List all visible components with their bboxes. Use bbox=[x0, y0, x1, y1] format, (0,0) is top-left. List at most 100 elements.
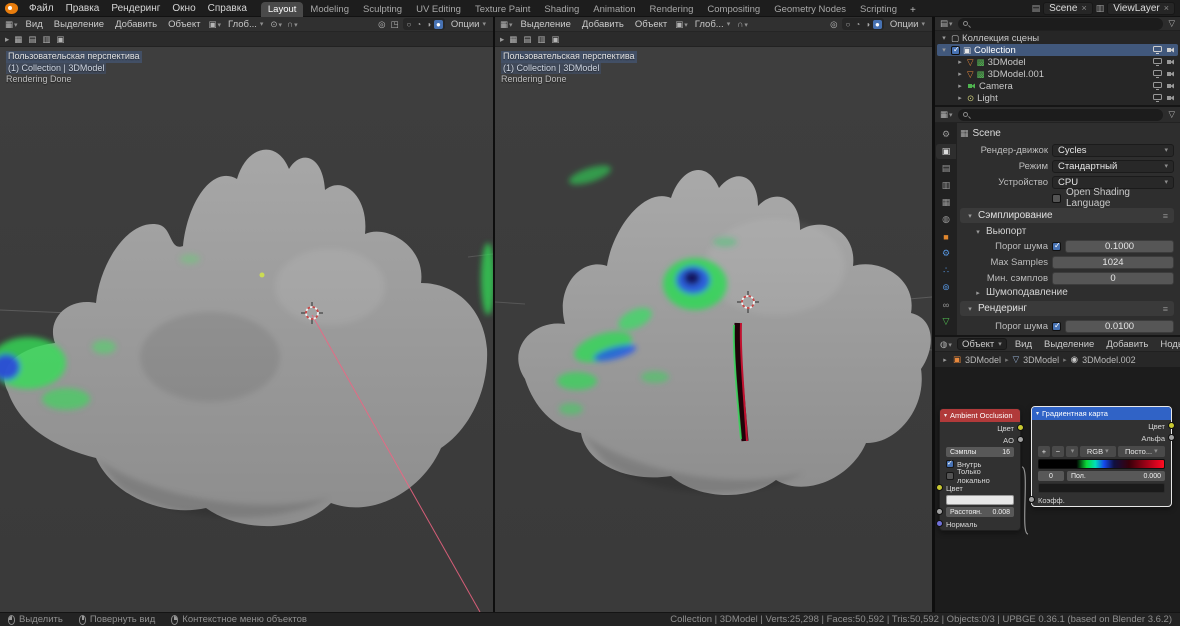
render-section-header[interactable]: ▾ Рендеринг ≡ bbox=[960, 301, 1174, 316]
outliner-row-collection[interactable]: ▾ ▣ Collection bbox=[937, 44, 1178, 56]
ao-distance-input-socket[interactable] bbox=[936, 508, 943, 515]
view-menu[interactable]: Вид bbox=[1011, 339, 1036, 350]
ramp-alpha-output-socket[interactable] bbox=[1168, 434, 1175, 441]
properties-editor-icon[interactable]: ▦▾ bbox=[939, 109, 954, 120]
tool-icon-1[interactable]: ▦ bbox=[13, 34, 23, 45]
rendered-shading-icon[interactable]: ● bbox=[434, 19, 443, 29]
outliner-row-light[interactable]: ▸ ⊙ Light bbox=[953, 92, 1178, 104]
outliner-row-camera[interactable]: ▸ Camera bbox=[953, 80, 1178, 92]
viewport-visibility-icon[interactable] bbox=[1153, 46, 1162, 54]
workspace-tab-layout[interactable]: Layout bbox=[260, 1, 304, 17]
ao-ao-output-socket[interactable] bbox=[1017, 436, 1024, 443]
breadcrumb-material[interactable]: 3DModel.002 bbox=[1082, 355, 1136, 365]
render-noise-field[interactable]: 0.0100 bbox=[1065, 319, 1174, 333]
menu-help[interactable]: Справка bbox=[202, 2, 253, 15]
ramp-interpolation-dropdown[interactable]: Посто... ▾ bbox=[1117, 445, 1165, 457]
node-canvas[interactable]: ▾ Ambient Occlusion Цвет AO Сэмплы 16 ✓ … bbox=[935, 368, 1180, 612]
shader-type-dropdown[interactable]: Объект ▾ bbox=[956, 338, 1007, 350]
render-visibility-icon[interactable] bbox=[1166, 58, 1175, 66]
ao-color-swatch[interactable] bbox=[946, 495, 1014, 505]
render-visibility-icon[interactable] bbox=[1166, 70, 1175, 78]
collection-checkbox[interactable] bbox=[951, 45, 960, 55]
viewport-visibility-icon[interactable] bbox=[1153, 70, 1162, 78]
properties-tab-modifiers[interactable]: ⚙ bbox=[936, 246, 956, 261]
render-visibility-icon[interactable] bbox=[1166, 82, 1175, 90]
disclosure-icon[interactable]: ▸ bbox=[956, 70, 964, 78]
outliner-row-3dmodel[interactable]: ▸ ▽ ▩ 3DModel bbox=[953, 56, 1178, 68]
xray-toggle-icon[interactable]: ◳ bbox=[389, 19, 399, 30]
disclosure-icon[interactable]: ▸ bbox=[956, 58, 964, 66]
options-dropdown[interactable]: Опции ▾ bbox=[448, 19, 489, 30]
unlink-scene-icon[interactable]: × bbox=[1081, 3, 1086, 13]
select-menu[interactable]: Выделение bbox=[517, 19, 575, 30]
feature-set-dropdown[interactable]: Стандартный ▾ bbox=[1052, 159, 1174, 173]
properties-tab-data[interactable]: ▽ bbox=[936, 314, 956, 329]
solid-shading-icon[interactable]: ◔ bbox=[853, 20, 862, 29]
render-visibility-icon[interactable] bbox=[1166, 94, 1175, 102]
ao-samples-field[interactable]: Сэмплы 16 bbox=[946, 447, 1014, 457]
select-menu[interactable]: Выделение bbox=[1040, 339, 1098, 350]
properties-search-input[interactable] bbox=[957, 108, 1164, 121]
properties-tab-particles[interactable]: ∴ bbox=[936, 263, 956, 278]
viewport-3d-canvas-left[interactable]: Пользовательская перспектива (1) Collect… bbox=[0, 47, 493, 612]
disclosure-icon[interactable]: ▸ bbox=[956, 94, 964, 102]
tool-header-toggle[interactable]: ▸ bbox=[500, 34, 504, 45]
blender-logo-icon[interactable] bbox=[5, 2, 18, 14]
workspace-tab-shading[interactable]: Shading bbox=[537, 2, 586, 17]
editor-type-icon[interactable]: ▦▾ bbox=[4, 19, 19, 30]
noise-threshold-checkbox[interactable] bbox=[1052, 241, 1061, 251]
render-engine-dropdown[interactable]: Cycles ▾ bbox=[1052, 143, 1174, 157]
proportional-edit-icon[interactable]: ◎ bbox=[377, 19, 386, 30]
ramp-index-field[interactable]: 0 bbox=[1038, 471, 1064, 481]
tool-icon-1[interactable]: ▦ bbox=[508, 34, 518, 45]
menu-render[interactable]: Рендеринг bbox=[105, 2, 166, 15]
disclosure-icon[interactable]: ▾ bbox=[940, 34, 948, 42]
shader-editor-icon[interactable]: ◍▾ bbox=[939, 339, 953, 350]
disclosure-icon[interactable]: ▸ bbox=[956, 82, 964, 90]
outliner-editor-icon[interactable]: ▤▾ bbox=[939, 18, 954, 29]
section-options-icon[interactable]: ≡ bbox=[1163, 304, 1168, 314]
min-samples-field[interactable]: 0 bbox=[1052, 271, 1174, 285]
menu-edit[interactable]: Правка bbox=[60, 2, 106, 15]
ramp-remove-stop-button[interactable]: − bbox=[1052, 445, 1064, 457]
ramp-gradient-bar[interactable] bbox=[1038, 459, 1165, 469]
menu-window[interactable]: Окно bbox=[166, 2, 201, 15]
transform-orientation-dropdown[interactable]: Глоб... ▾ bbox=[225, 19, 266, 30]
rendered-shading-icon[interactable]: ● bbox=[873, 19, 882, 29]
ramp-color-mode-dropdown[interactable]: RGB ▾ bbox=[1080, 445, 1116, 457]
workspace-tab-animation[interactable]: Animation bbox=[586, 2, 642, 17]
add-menu[interactable]: Добавить bbox=[1102, 339, 1152, 350]
tool-icon-3[interactable]: ▥ bbox=[536, 34, 546, 45]
viewport-visibility-icon[interactable] bbox=[1153, 82, 1162, 90]
material-shading-icon[interactable]: ◑ bbox=[424, 20, 433, 29]
workspace-tab-scripting[interactable]: Scripting bbox=[853, 2, 904, 17]
add-menu[interactable]: Добавить bbox=[578, 19, 628, 30]
ao-only-local-checkbox[interactable] bbox=[946, 472, 954, 480]
view-menu[interactable]: Вид bbox=[22, 19, 47, 30]
wireframe-shading-icon[interactable]: ○ bbox=[405, 20, 414, 29]
workspace-tab-modeling[interactable]: Modeling bbox=[303, 2, 356, 17]
sampling-section-header[interactable]: ▾ Сэмплирование ≡ bbox=[960, 208, 1174, 223]
properties-tab-view-layer[interactable]: ▥ bbox=[936, 178, 956, 193]
view-layer-selector[interactable]: ViewLayer × bbox=[1107, 1, 1175, 15]
ramp-add-stop-button[interactable]: + bbox=[1038, 445, 1050, 457]
snap-magnet-icon[interactable]: ∩▾ bbox=[286, 19, 299, 29]
ramp-active-color-field[interactable] bbox=[1038, 483, 1165, 493]
properties-tab-render[interactable]: ▣ bbox=[936, 144, 956, 159]
outliner-row-scene-collection[interactable]: ▾ ▢ Коллекция сцены bbox=[937, 32, 1178, 44]
collapse-icon[interactable]: ▾ bbox=[944, 412, 947, 419]
add-menu[interactable]: Добавить bbox=[111, 19, 161, 30]
ambient-occlusion-node[interactable]: ▾ Ambient Occlusion Цвет AO Сэмплы 16 ✓ … bbox=[936, 408, 1024, 531]
tool-icon-4[interactable]: ▣ bbox=[55, 34, 65, 45]
node-menu[interactable]: Ноды bbox=[1156, 339, 1180, 350]
tool-icon-2[interactable]: ▤ bbox=[27, 34, 37, 45]
denoise-subsection-header[interactable]: ▸ Шумоподавление bbox=[960, 286, 1174, 299]
render-visibility-icon[interactable] bbox=[1166, 46, 1175, 54]
wireframe-shading-icon[interactable]: ○ bbox=[844, 20, 853, 29]
ao-color-output-socket[interactable] bbox=[1017, 424, 1024, 431]
editor-type-icon[interactable]: ▦▾ bbox=[499, 19, 514, 30]
ao-inside-checkbox[interactable] bbox=[946, 459, 954, 468]
breadcrumb-mesh[interactable]: 3DModel bbox=[1023, 355, 1059, 365]
noise-threshold-field[interactable]: 0.1000 bbox=[1065, 239, 1174, 253]
ao-normal-input-socket[interactable] bbox=[936, 520, 943, 527]
